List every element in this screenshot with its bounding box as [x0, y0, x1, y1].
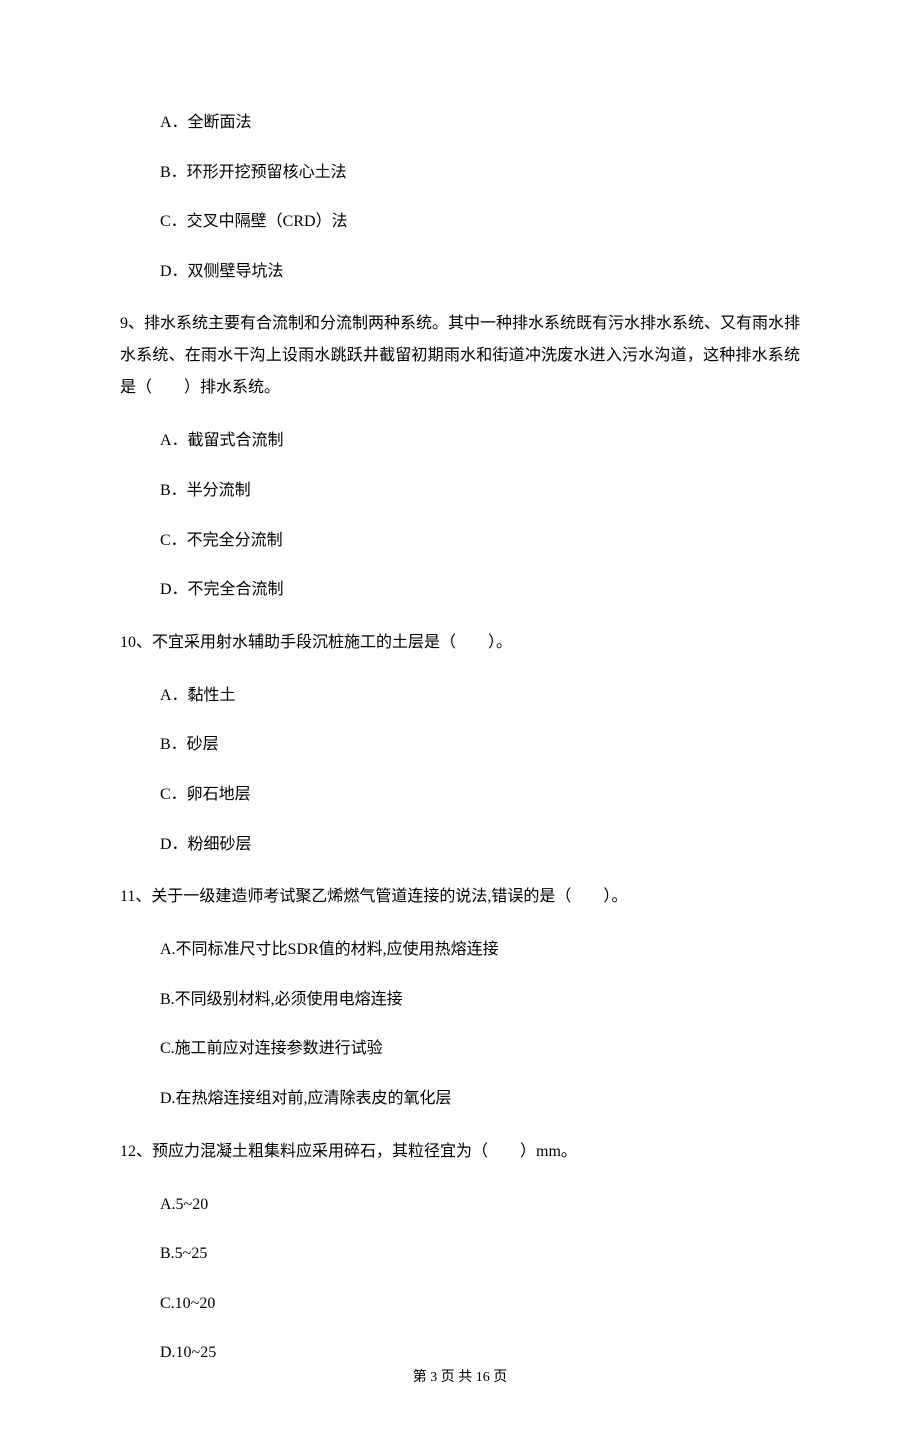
q10-option-d: D．粉细砂层 [160, 832, 800, 858]
q8-option-a: A．全断面法 [160, 110, 800, 136]
q9-option-b: B．半分流制 [160, 478, 800, 504]
q8-option-d: D．双侧壁导坑法 [160, 259, 800, 285]
q12-option-c: C.10~20 [160, 1291, 800, 1317]
q12-text: 12、预应力混凝土粗集料应采用碎石，其粒径宜为（ ）mm。 [120, 1136, 800, 1168]
q9-option-d: D．不完全合流制 [160, 577, 800, 603]
page-content: A．全断面法 B．环形开挖预留核心土法 C．交叉中隔壁（CRD）法 D．双侧壁导… [0, 0, 920, 1430]
q11-option-d: D.在热熔连接组对前,应清除表皮的氧化层 [160, 1086, 800, 1112]
q9-option-c: C．不完全分流制 [160, 528, 800, 554]
q10-option-c: C．卵石地层 [160, 782, 800, 808]
q11-option-a: A.不同标准尺寸比SDR值的材料,应使用热熔连接 [160, 937, 800, 963]
q10-option-a: A．黏性土 [160, 683, 800, 709]
q11-option-c: C.施工前应对连接参数进行试验 [160, 1036, 800, 1062]
q8-option-c: C．交叉中隔壁（CRD）法 [160, 209, 800, 235]
q11-option-b: B.不同级别材料,必须使用电熔连接 [160, 987, 800, 1013]
q10-text: 10、不宜采用射水辅助手段沉桩施工的土层是（ ）。 [120, 627, 800, 659]
q10-option-b: B．砂层 [160, 732, 800, 758]
page-footer: 第 3 页 共 16 页 [0, 1366, 920, 1386]
q12-option-d: D.10~25 [160, 1340, 800, 1366]
q9-option-a: A．截留式合流制 [160, 428, 800, 454]
q12-option-a: A.5~20 [160, 1192, 800, 1218]
q12-option-b: B.5~25 [160, 1241, 800, 1267]
q8-option-b: B．环形开挖预留核心土法 [160, 160, 800, 186]
q11-text: 11、关于一级建造师考试聚乙烯燃气管道连接的说法,错误的是（ ）。 [120, 881, 800, 913]
q9-text: 9、排水系统主要有合流制和分流制两种系统。其中一种排水系统既有污水排水系统、又有… [120, 308, 800, 404]
